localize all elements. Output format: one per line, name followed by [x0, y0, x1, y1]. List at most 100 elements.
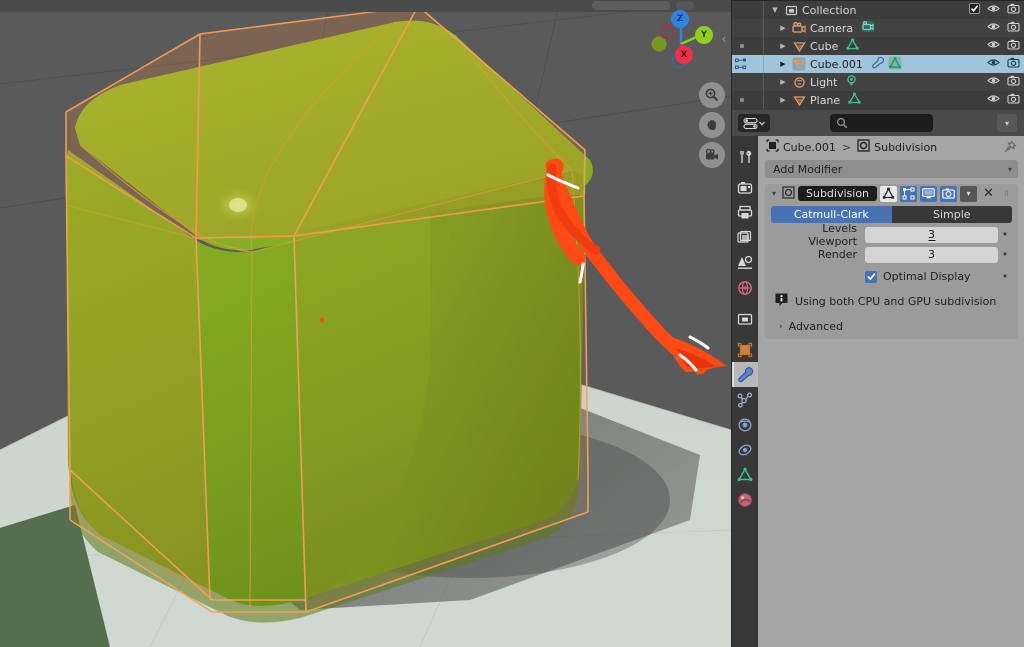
tab-physics[interactable]	[732, 412, 758, 437]
physics-orbit-icon	[738, 418, 752, 431]
modifier-wrench-icon[interactable]	[871, 56, 885, 72]
on-cage-toggle[interactable]	[880, 185, 897, 202]
modifier-name-field[interactable]: Subdivision	[798, 186, 877, 201]
gizmo-axis-z[interactable]: Z	[671, 10, 689, 28]
optimal-display-checkbox[interactable]	[865, 270, 877, 283]
collection-box-icon	[737, 313, 753, 325]
gizmo-axis-x[interactable]: X	[675, 46, 693, 64]
edit-mode-toggle[interactable]	[900, 185, 917, 202]
pan-tool-button[interactable]	[699, 112, 725, 138]
close-x-icon[interactable]: ✕	[980, 186, 997, 202]
gizmo-axis-y[interactable]: Y	[695, 26, 713, 44]
row-toggles	[987, 55, 1020, 73]
outliner-editor[interactable]: ▼ Collection ▶ Camera ▶ Cube ▶ Cube.001 …	[731, 0, 1024, 110]
add-modifier-button[interactable]: Add Modifier ▾	[765, 160, 1018, 178]
breadcrumb-modifier-label[interactable]: Subdivision	[874, 141, 937, 154]
particles-icon	[737, 391, 753, 408]
properties-filter-dropdown[interactable]: ▾	[997, 114, 1017, 132]
tab-output[interactable]	[732, 200, 758, 225]
tab-constraints[interactable]	[732, 437, 758, 462]
algorithm-simple[interactable]: Simple	[891, 206, 1012, 223]
tab-view-layer[interactable]	[732, 225, 758, 250]
tab-scene[interactable]	[732, 250, 758, 275]
camera-render-icon[interactable]	[1007, 39, 1020, 53]
camera-render-icon[interactable]	[1007, 3, 1020, 17]
mesh-data-icon[interactable]	[848, 92, 861, 108]
realtime-display-toggle[interactable]	[920, 185, 937, 202]
mesh-data-icon[interactable]	[846, 38, 860, 54]
eye-icon[interactable]	[987, 93, 1000, 107]
breadcrumb-object-label[interactable]: Cube.001	[783, 141, 836, 154]
sidebar-collapse-arrow[interactable]: ‹	[719, 28, 729, 50]
disclosure-triangle-icon[interactable]: ▶	[776, 24, 790, 32]
magnifier-icon	[705, 88, 719, 102]
subdivision-algorithm-selector[interactable]: Catmull-Clark Simple	[771, 206, 1012, 223]
levels-viewport-input[interactable]: 3	[865, 226, 998, 243]
disclosure-triangle-icon[interactable]: ▼	[768, 6, 782, 14]
disclosure-triangle-icon[interactable]: ▶	[776, 42, 790, 50]
animate-property-dot[interactable]: •	[998, 270, 1012, 283]
editor-type-selector[interactable]	[738, 114, 770, 132]
pin-icon[interactable]	[1003, 140, 1017, 157]
optimal-display-label: Optimal Display	[883, 270, 971, 283]
tool-icon	[740, 150, 752, 163]
camera-icon	[705, 148, 718, 160]
row-toggles	[987, 37, 1020, 55]
tab-tool[interactable]	[732, 144, 758, 169]
camera-data-icon[interactable]	[861, 20, 875, 36]
eye-icon[interactable]	[987, 21, 1000, 35]
outliner-row-label: Light	[810, 75, 838, 89]
mesh-object-icon	[790, 57, 808, 71]
render-toggle[interactable]	[940, 185, 957, 202]
chevron-down-icon[interactable]: ▾	[769, 189, 779, 198]
tab-world[interactable]	[732, 275, 758, 300]
camera-render-icon[interactable]	[1007, 57, 1020, 71]
camera-view-button[interactable]	[699, 142, 725, 168]
3d-viewport[interactable]: Z Y X ‹	[0, 0, 731, 647]
camera-render-icon[interactable]	[1007, 21, 1020, 35]
animate-property-dot[interactable]: •	[998, 248, 1012, 261]
eye-icon[interactable]	[987, 75, 1000, 89]
outliner-row-plane[interactable]: ▶ Plane	[732, 91, 1024, 109]
drag-dots-icon[interactable]: ⠿	[1000, 190, 1014, 198]
mesh-data-icon[interactable]	[888, 56, 902, 73]
row-gutter	[732, 73, 768, 91]
render-levels-input[interactable]: 3	[865, 246, 998, 263]
modifier-extras-dropdown[interactable]: ▾	[960, 185, 977, 202]
disclosure-triangle-icon[interactable]: ▶	[776, 96, 790, 104]
eye-icon[interactable]	[987, 3, 1000, 17]
eye-icon[interactable]	[987, 57, 1000, 71]
outliner-row-cube-001[interactable]: ▶ Cube.001	[732, 55, 1024, 73]
camera-render-icon[interactable]	[1007, 75, 1020, 89]
advanced-section-toggle[interactable]: › Advanced	[779, 320, 1012, 333]
add-modifier-label: Add Modifier	[773, 162, 843, 176]
search-input[interactable]	[830, 114, 933, 132]
eye-icon[interactable]	[987, 39, 1000, 53]
outliner-row-light[interactable]: ▶ Light	[732, 73, 1024, 91]
disclosure-triangle-icon[interactable]: ▶	[776, 60, 790, 68]
outliner-row-cube[interactable]: ▶ Cube	[732, 37, 1024, 55]
outliner-row-collection[interactable]: ▼ Collection	[732, 1, 1024, 19]
tab-particles[interactable]	[732, 387, 758, 412]
tab-collection[interactable]	[732, 306, 758, 331]
tab-object[interactable]	[732, 337, 758, 362]
row-data-icons	[861, 20, 875, 36]
navigation-gizmo[interactable]: Z Y X	[645, 4, 717, 76]
outliner-row-camera[interactable]: ▶ Camera	[732, 19, 1024, 37]
algorithm-catmull-clark[interactable]: Catmull-Clark	[771, 206, 892, 223]
hand-icon	[707, 119, 716, 130]
row-toggles	[987, 91, 1020, 109]
tab-object-data[interactable]	[732, 462, 758, 487]
disclosure-triangle-icon[interactable]: ▶	[776, 78, 790, 86]
properties-editor[interactable]: ▾ Cube.001 > Subdivision Add Modifier ▾ …	[731, 110, 1024, 647]
zoom-tool-button[interactable]	[699, 82, 725, 108]
light-data-icon[interactable]	[845, 74, 858, 90]
tab-material[interactable]	[732, 487, 758, 512]
tab-render[interactable]	[732, 175, 758, 200]
checkbox-icon[interactable]	[969, 3, 980, 17]
tab-modifiers[interactable]	[732, 362, 758, 387]
info-text: Using both CPU and GPU subdivision	[795, 295, 997, 308]
camera-render-icon[interactable]	[1007, 93, 1020, 107]
animate-property-dot[interactable]: •	[998, 228, 1012, 241]
row-toggles	[987, 73, 1020, 91]
